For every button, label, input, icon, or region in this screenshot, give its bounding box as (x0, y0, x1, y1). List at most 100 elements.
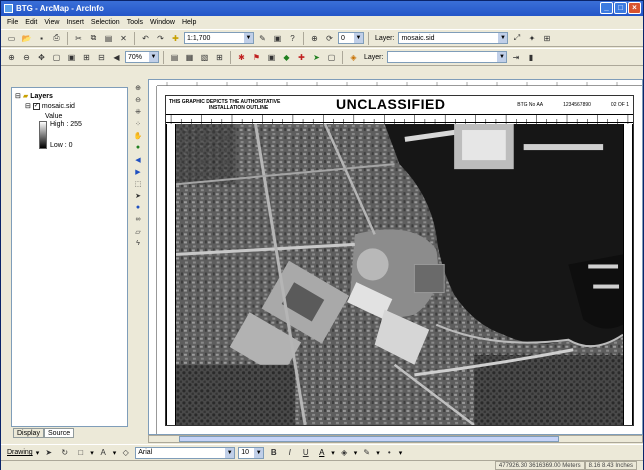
zoom-whole-page-icon[interactable]: ▢ (50, 51, 63, 64)
find-binoculars-icon[interactable]: ∞ (133, 215, 143, 224)
change-layout-icon[interactable]: ▧ (198, 51, 211, 64)
add-xy-icon[interactable]: ◆ (280, 51, 293, 64)
hyperlink-bolt-icon[interactable]: ϟ (133, 239, 143, 248)
rotation-spin-combo[interactable]: 0 ▼ (338, 32, 364, 44)
link-table-icon[interactable]: ⊞ (540, 32, 553, 45)
cut-icon[interactable]: ✂ (72, 32, 85, 45)
flag-icon[interactable]: ⚑ (250, 51, 263, 64)
chevron-down-icon[interactable]: ▾ (90, 449, 94, 457)
underline-button[interactable]: U (299, 446, 312, 459)
menu-window[interactable]: Window (150, 19, 175, 26)
drawing-menu[interactable]: Drawing (7, 449, 33, 456)
rectangle-tool-icon[interactable]: □ (74, 446, 87, 459)
menu-edit[interactable]: Edit (25, 19, 37, 26)
previous-extent-icon[interactable]: ◀ (110, 51, 123, 64)
layout-horizontal-scrollbar[interactable] (148, 435, 643, 443)
print-icon[interactable]: ⎙ (50, 32, 63, 45)
measure-ruler-icon[interactable]: ▱ (133, 227, 143, 236)
menu-help[interactable]: Help (182, 19, 196, 26)
add-data-icon[interactable]: ✚ (169, 32, 182, 45)
zoom-out-page-icon[interactable]: ⊖ (20, 51, 33, 64)
effects-icon[interactable]: ◈ (347, 51, 360, 64)
identify-red-icon[interactable]: ✱ (235, 51, 248, 64)
font-color-icon[interactable]: A (315, 446, 328, 459)
flicker-icon[interactable]: ▮ (524, 51, 537, 64)
bold-button[interactable]: B (267, 446, 280, 459)
find-route-icon[interactable]: ▣ (265, 51, 278, 64)
measure-icon[interactable]: ✚ (295, 51, 308, 64)
select-elements-arrow-icon[interactable]: ➤ (133, 191, 143, 200)
layout-zoom-combo[interactable]: 70% ▼ (125, 51, 159, 63)
select-arrow-icon[interactable]: ➤ (42, 446, 55, 459)
map-grid-icon[interactable]: ⊞ (213, 51, 226, 64)
rotate-icon[interactable]: ⟳ (323, 32, 336, 45)
zoom-out-icon[interactable]: ⊖ (133, 95, 143, 104)
identify-icon[interactable]: ● (133, 203, 143, 212)
menu-tools[interactable]: Tools (127, 19, 143, 26)
italic-button[interactable]: I (283, 446, 296, 459)
html-popup-icon[interactable]: ▢ (325, 51, 338, 64)
zoom-in-icon[interactable]: ⊕ (133, 83, 143, 92)
chevron-down-icon[interactable]: ▾ (399, 449, 403, 457)
swipe-icon[interactable]: ⇥ (509, 51, 522, 64)
redo-icon[interactable]: ↷ (154, 32, 167, 45)
pan-hand-icon[interactable]: ✋ (133, 131, 143, 140)
fixed-zoom-out-icon[interactable]: ⊟ (95, 51, 108, 64)
control-points-icon[interactable]: ✦ (525, 32, 538, 45)
layout-view[interactable]: THIS GRAPHIC DEPICTS THE AUTHORITATIVE I… (148, 79, 643, 435)
toggle-draft-icon[interactable]: ▤ (168, 51, 181, 64)
fill-color-icon[interactable]: ◈ (338, 446, 351, 459)
font-size-combo[interactable]: 10 ▼ (238, 446, 265, 459)
marker-color-icon[interactable]: • (383, 446, 396, 459)
effects-layer-combo[interactable]: ▼ (387, 51, 508, 63)
chevron-down-icon[interactable]: ▾ (36, 449, 40, 457)
collapse-icon[interactable]: ⊟ (15, 92, 21, 100)
select-features-icon[interactable]: ⬚ (133, 179, 143, 188)
layer-visibility-checkbox[interactable]: ✓ (32, 102, 40, 110)
close-button[interactable]: × (628, 2, 641, 14)
menu-file[interactable]: File (7, 19, 18, 26)
font-select-combo[interactable]: Arial ▼ (135, 446, 236, 459)
full-extent-globe-icon[interactable]: ● (133, 143, 143, 152)
editor-toolbar-icon[interactable]: ✎ (256, 32, 269, 45)
fixed-zoom-in-icon[interactable]: ⁜ (133, 107, 143, 116)
hyperlink-icon[interactable]: ➤ (310, 51, 323, 64)
delete-icon[interactable]: ✕ (117, 32, 130, 45)
pan-page-icon[interactable]: ✥ (35, 51, 48, 64)
collapse-icon[interactable]: ⊟ (25, 102, 31, 110)
maximize-button[interactable]: □ (614, 2, 627, 14)
zoom-100-icon[interactable]: ▣ (65, 51, 78, 64)
zoom-in-page-icon[interactable]: ⊕ (5, 51, 18, 64)
fixed-zoom-in-icon[interactable]: ⊞ (80, 51, 93, 64)
edit-vertices-icon[interactable]: ◇ (119, 446, 132, 459)
paste-icon[interactable]: ▤ (102, 32, 115, 45)
forward-arrow-icon[interactable]: ▶ (133, 167, 143, 176)
tab-source[interactable]: Source (43, 428, 75, 438)
focus-data-frame-icon[interactable]: ▦ (183, 51, 196, 64)
back-arrow-icon[interactable]: ◀ (133, 155, 143, 164)
toc-layer-row[interactable]: ⊟ ✓ mosaic.sid (15, 101, 124, 111)
undo-icon[interactable]: ↶ (139, 32, 152, 45)
new-text-icon[interactable]: A (97, 446, 110, 459)
fixed-zoom-out-icon[interactable]: ⁘ (133, 119, 143, 128)
arctoolbox-icon[interactable]: ▣ (271, 32, 284, 45)
tab-display[interactable]: Display (13, 428, 44, 438)
menu-view[interactable]: View (44, 19, 59, 26)
chevron-down-icon[interactable]: ▾ (331, 449, 335, 457)
toc-root-row[interactable]: ⊟ ▰ Layers (15, 91, 124, 101)
menu-insert[interactable]: Insert (66, 19, 84, 26)
whats-this-icon[interactable]: ? (286, 32, 299, 45)
chevron-down-icon[interactable]: ▾ (376, 449, 380, 457)
fit-to-display-icon[interactable]: ⤢ (510, 32, 523, 45)
open-folder-icon[interactable]: 📂 (20, 32, 33, 45)
aerial-map-frame[interactable] (176, 124, 623, 425)
rotate-element-icon[interactable]: ↻ (58, 446, 71, 459)
georeference-icon[interactable]: ⊕ (308, 32, 321, 45)
chevron-down-icon[interactable]: ▾ (354, 449, 358, 457)
layer-select-combo[interactable]: mosaic.sid ▼ (398, 32, 509, 44)
new-document-icon[interactable]: ▭ (5, 32, 18, 45)
scrollbar-thumb[interactable] (179, 436, 559, 442)
save-icon[interactable]: ▪ (35, 32, 48, 45)
copy-icon[interactable]: ⧉ (87, 32, 100, 45)
chevron-down-icon[interactable]: ▾ (113, 449, 117, 457)
